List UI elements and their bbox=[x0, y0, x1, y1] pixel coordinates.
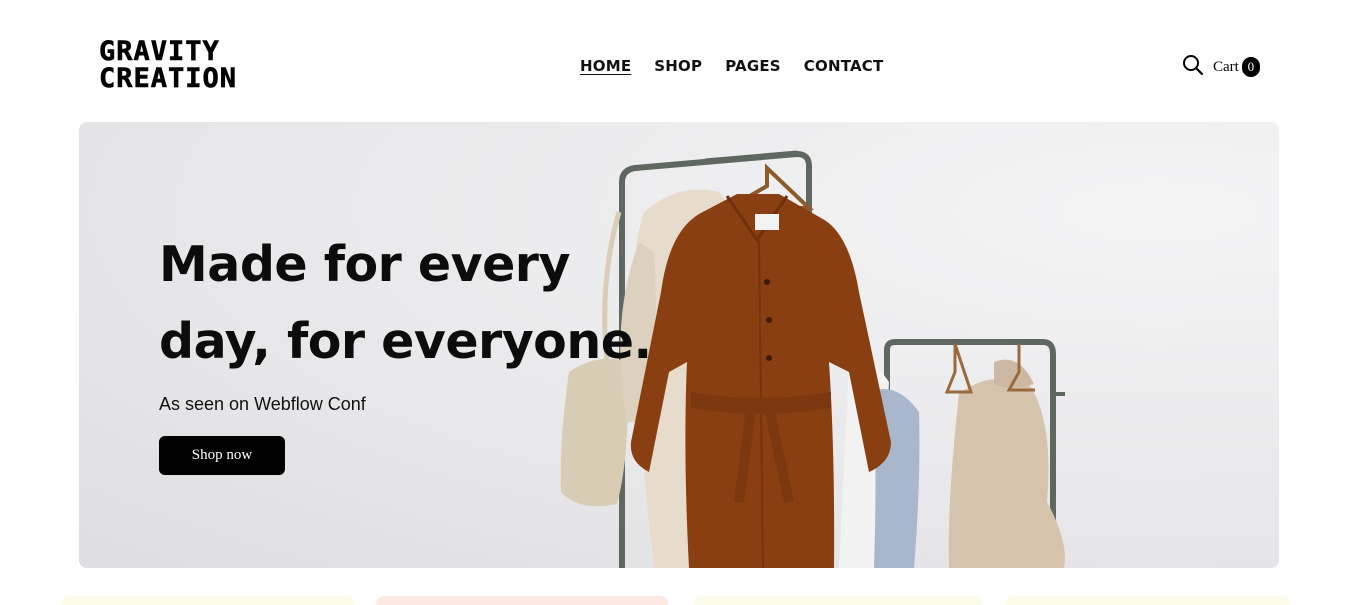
search-icon[interactable] bbox=[1182, 54, 1204, 76]
category-card-peek bbox=[62, 596, 354, 605]
logo-line-1: GRAVITY bbox=[99, 36, 220, 67]
cart-label: Cart bbox=[1213, 58, 1239, 75]
category-card-peek bbox=[376, 596, 668, 605]
cart-button[interactable]: Cart 0 bbox=[1213, 57, 1260, 77]
hero-subtitle: As seen on Webflow Conf bbox=[159, 394, 366, 414]
main-nav: HOME SHOP PAGES CONTACT bbox=[580, 57, 883, 75]
shop-now-button[interactable]: Shop now bbox=[159, 436, 285, 475]
hero-headline: Made for every day, for everyone. bbox=[159, 236, 652, 370]
logo-line-2: CREATION bbox=[99, 63, 238, 94]
nav-contact-link[interactable]: CONTACT bbox=[804, 57, 884, 75]
hero-banner: Made for every day, for everyone. As see… bbox=[79, 122, 1279, 568]
category-card-peek bbox=[694, 596, 982, 605]
site-header: GRAVITY CREATION HOME SHOP PAGES CONTACT… bbox=[0, 0, 1358, 122]
nav-pages-link[interactable]: PAGES bbox=[725, 57, 781, 75]
cart-count-badge: 0 bbox=[1241, 57, 1260, 77]
brand-logo[interactable]: GRAVITY CREATION bbox=[99, 36, 238, 94]
category-card-peek bbox=[1006, 596, 1290, 605]
nav-shop-link[interactable]: SHOP bbox=[654, 57, 702, 75]
nav-home-link[interactable]: HOME bbox=[580, 57, 631, 75]
